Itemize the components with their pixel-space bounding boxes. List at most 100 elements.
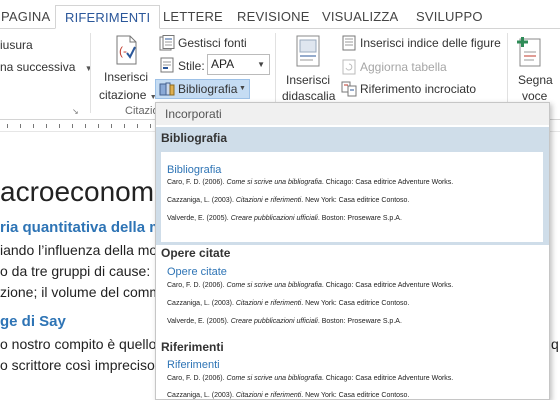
preview-entry: Valverde, E. (2005). Creare pubblicazion… [167, 318, 402, 325]
ruler-tick [150, 124, 151, 128]
entry-author: Cazzaniga, L. (2003). [167, 392, 236, 399]
entry-author: Caro, F. D. (2006). [167, 375, 227, 382]
insert-citation-label-1: Inserisci [104, 70, 149, 84]
preview-heading: Riferimenti [167, 359, 220, 371]
entry-title: Come si scrive una bibliografia [226, 282, 322, 289]
document-paragraph-line: o da tre gruppi di cause: la [0, 263, 165, 279]
mark-entry-icon [517, 37, 541, 67]
gallery-item-title: Bibliografia [161, 131, 228, 145]
tab-riferimenti[interactable]: RIFERIMENTI [55, 5, 161, 29]
dropdown-header-builtin: Incorporati [156, 103, 549, 125]
cross-reference-label: Riferimento incrociato [360, 82, 477, 96]
style-select[interactable]: APA ▼ [207, 54, 270, 75]
entry-title: Citazioni e riferimenti [235, 300, 302, 307]
document-paragraph-line: o scrittore così impreciso, n [0, 357, 171, 373]
ruler-tick [98, 124, 99, 128]
tab-visualizza[interactable]: VISUALIZZA [313, 5, 407, 29]
insert-citation-icon: (- [116, 35, 137, 65]
update-table-button[interactable]: Aggiorna tabella [341, 58, 461, 76]
entry-author: Cazzaniga, L. (2003). [167, 300, 236, 307]
gallery-item-works-cited[interactable]: Opere citate Opere citate Caro, F. D. (2… [156, 242, 549, 334]
insert-table-of-figures-label: Inserisci indice delle figure [360, 36, 501, 50]
preview-entry: Caro, F. D. (2006). Come si scrive una b… [167, 375, 453, 382]
manage-sources-label: Gestisci fonti [178, 36, 247, 50]
entry-publisher: . Chicago: Casa editrice Adventure Works… [321, 375, 454, 382]
preview-entry: Cazzaniga, L. (2003). Citazioni e riferi… [167, 300, 409, 307]
ruler-tick [85, 124, 86, 128]
preview-heading: Bibliografia [167, 164, 222, 176]
manage-sources-icon [159, 35, 175, 51]
tab-revisione[interactable]: REVISIONE [228, 5, 319, 29]
entry-publisher: . New York: Casa editrice Contoso. [301, 392, 410, 399]
tab-sviluppo[interactable]: SVILUPPO [407, 5, 492, 29]
ruler-tick [33, 124, 34, 128]
preview-entry: Cazzaniga, L. (2003). Citazioni e riferi… [167, 197, 409, 204]
insert-caption-label-2: didascalia [282, 89, 336, 103]
insert-table-of-figures-button[interactable]: Inserisci indice delle figure [341, 34, 506, 52]
document-title: acroeconom [0, 176, 155, 207]
entry-publisher: . Chicago: Casa editrice Adventure Works… [321, 179, 454, 186]
mark-entry-label-1: Segna [518, 73, 553, 87]
gallery-item-references[interactable]: Riferimenti Riferimenti Caro, F. D. (200… [156, 336, 549, 399]
cross-reference-button[interactable]: Riferimento incrociato [341, 80, 481, 98]
ruler-tick [72, 124, 73, 128]
group-separator [275, 33, 276, 113]
entry-title: Come si scrive una bibliografia [226, 375, 322, 382]
bibliography-label: Bibliografia [178, 82, 238, 96]
entry-author: Cazzaniga, L. (2003). [167, 197, 236, 204]
entry-title: Come si scrive una bibliografia [226, 179, 322, 186]
chevron-down-icon: ▼ [257, 60, 265, 69]
ruler-tick [7, 124, 8, 128]
document-paragraph-line: iando l’influenza della mor [0, 242, 162, 258]
entry-publisher: . Boston: Proseware S.p.A. [317, 215, 402, 222]
ruler-tick [137, 124, 138, 128]
dialog-launcher-icon[interactable]: ↘ [72, 107, 79, 116]
gallery-item-preview: Riferimenti Caro, F. D. (2006). Come si … [161, 354, 543, 399]
bibliography-button[interactable]: Bibliografia ▼ [155, 79, 250, 99]
update-table-icon [342, 59, 356, 75]
entry-author: Valverde, E. (2005). [167, 318, 231, 325]
document-heading-say: ge di Say [0, 313, 66, 330]
ribbon-tab-bar: PAGINA RIFERIMENTI LETTERE REVISIONE VIS… [0, 0, 560, 29]
tab-lettere[interactable]: LETTERE [154, 5, 232, 29]
insert-citation-button[interactable]: (- Inserisci citazione ▼ [99, 33, 157, 103]
ruler-tick [46, 124, 47, 128]
ruler-tick [59, 124, 60, 128]
insert-caption-icon [296, 35, 320, 67]
entry-title: Creare pubblicazioni ufficiali [230, 215, 318, 222]
chevron-down-icon: ▼ [239, 85, 246, 92]
gallery-item-preview: Bibliografia Caro, F. D. (2006). Come si… [161, 152, 543, 242]
entry-publisher: . New York: Casa editrice Contoso. [301, 300, 410, 307]
insert-citation-label-2-text: citazione [99, 88, 147, 102]
insert-citation-label-2: citazione ▼ [99, 88, 157, 102]
ruler-tick [20, 124, 21, 128]
bibliography-dropdown: Incorporati Bibliografia Bibliografia Ca… [155, 102, 550, 400]
ruler-tick [111, 124, 112, 128]
entry-title: Citazioni e riferimenti [235, 197, 302, 204]
group-separator [507, 33, 508, 113]
insert-caption-button[interactable]: Inserisci didascalia [281, 33, 335, 103]
mark-entry-button[interactable]: Segna voce [512, 33, 560, 103]
close-footnote-button[interactable]: iusura [0, 38, 33, 52]
entry-title: Citazioni e riferimenti [235, 392, 302, 399]
document-paragraph-line: o nostro compito è quello c [0, 336, 168, 352]
style-select-value: APA [211, 57, 235, 71]
table-of-figures-icon [342, 35, 356, 51]
style-label: Stile: [178, 59, 205, 73]
style-icon [160, 57, 174, 73]
manage-sources-button[interactable]: Gestisci fonti [159, 34, 254, 52]
entry-author: Valverde, E. (2005). [167, 215, 231, 222]
svg-text:(-: (- [119, 44, 127, 58]
chevron-down-icon: ▼ [84, 64, 93, 73]
ruler-tick [124, 124, 125, 128]
preview-heading: Opere citate [167, 266, 227, 278]
entry-publisher: . New York: Casa editrice Contoso. [301, 197, 410, 204]
gallery-item-bibliography[interactable]: Bibliografia Bibliografia Caro, F. D. (2… [156, 127, 549, 245]
entry-author: Caro, F. D. (2006). [167, 179, 227, 186]
preview-entry: Caro, F. D. (2006). Come si scrive una b… [167, 179, 453, 186]
preview-entry: Valverde, E. (2005). Creare pubblicazion… [167, 215, 402, 222]
preview-entry: Cazzaniga, L. (2003). Citazioni e riferi… [167, 392, 409, 399]
tab-pagina[interactable]: PAGINA [0, 5, 59, 29]
document-heading-quantitative: ria quantitativa della m [0, 219, 163, 236]
next-footnote-button[interactable]: na successiva ▼ [0, 60, 93, 74]
